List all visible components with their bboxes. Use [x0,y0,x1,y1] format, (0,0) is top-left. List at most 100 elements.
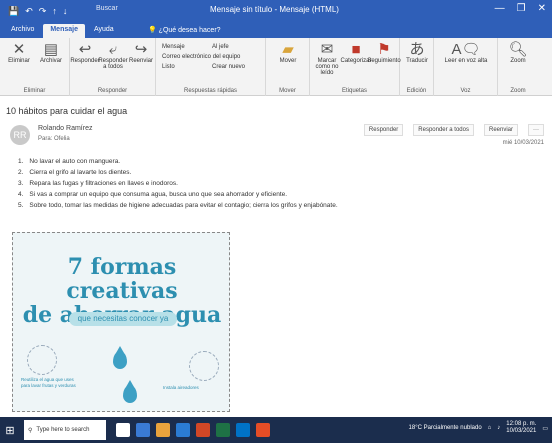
forward-icon: ↪ [134,41,148,58]
task-view-icon[interactable] [116,423,130,437]
flag-icon: ⚑ [377,41,391,58]
tell-me-label: ¿Qué desea hacer? [158,27,221,34]
list-item: 4. Si vas a comprar un equipo que consuma… [18,191,288,198]
word-icon[interactable] [176,423,190,437]
tab-help[interactable]: Ayuda [87,24,121,38]
group-label-respond: Responder [97,88,128,94]
volume-icon[interactable]: ♪ [497,425,500,431]
group-label-zoom: Zoom [510,88,526,94]
group-respond: ↩ Responder ⤶ Responder a todos ↪ Reenvi… [70,38,156,96]
network-icon[interactable]: ⌂ [488,425,492,431]
reply-action-button[interactable]: Responder [363,124,404,136]
recipient-line: Para: Ofelia [38,136,70,142]
reply-all-icon: ⤶ [108,41,118,58]
more-actions-button[interactable]: ··· [528,124,544,136]
tab-message[interactable]: Mensaje [43,24,85,38]
up-icon[interactable]: ↑ [52,6,57,16]
delete-button[interactable]: ✕ Eliminar [4,41,34,65]
reply-all-action-button[interactable]: Responder a todos [413,124,474,136]
translate-button[interactable]: あ Traducir [402,41,432,65]
group-label-speech: Voz [460,88,471,94]
group-label-tags: Etiquetas [341,88,368,94]
email-body: 1. No lavar el auto con manguera. 2. Cierr… [18,156,518,211]
group-speech: A🗨 Leer en voz alta Voz [434,38,498,96]
title-bar: 💾 ↶ ↷ ↑ ↓ Buscar Mensaje sin título - Me… [0,0,552,22]
inline-poster-image[interactable]: 7 formas creativas de ahorrar agua que n… [12,232,230,412]
reply-all-button[interactable]: ⤶ Responder a todos [98,41,128,71]
lightbulb-icon: 💡 [148,27,157,34]
down-icon[interactable]: ↓ [63,6,68,16]
forward-action-button[interactable]: Reenviar [483,124,518,136]
water-drop-icon [113,346,127,369]
tip-icon-circle [27,345,57,375]
quickstep-create[interactable]: Crear nuevo [212,64,245,70]
mark-unread-button[interactable]: ✉ Marcar como no leído [312,41,342,77]
categorize-button[interactable]: ■ Categorizar [341,41,372,65]
minimize-button[interactable]: — [495,3,505,14]
close-button[interactable]: ✕ [538,3,546,14]
file-explorer-icon[interactable] [156,423,170,437]
group-move: ▰ Mover Mover [266,38,310,96]
category-icon: ■ [351,41,361,58]
undo-icon[interactable]: ↶ [25,6,33,17]
list-item: 3. Repara las fugas y filtraciones en lla… [18,180,178,187]
poster-subtitle: que necesitas conocer ya [69,312,177,326]
group-editing: あ Traducir Edición [400,38,434,96]
delete-x-icon: ✕ [12,41,26,58]
group-tags: ✉ Marcar como no leído ■ Categorizar ⚑ S… [310,38,401,96]
tip-icon-circle [189,351,219,381]
window-title: Mensaje sin título - Mensaje (HTML) [210,5,339,14]
system-tray: 18°C Parcialmente nublado ⌂ ♪ 12:08 p. m… [409,421,548,435]
reply-button[interactable]: ↩ Responder [70,41,99,65]
group-delete: ✕ Eliminar ▤ Archivar Eliminar [0,38,70,96]
ribbon-tabs: Archivo Mensaje Ayuda 💡 ¿Qué desea hacer… [0,22,552,38]
reply-icon: ↩ [78,41,92,58]
search-icon: ⚲ [28,427,33,434]
taskbar-search-box[interactable]: ⚲ Type here to search [24,420,106,440]
list-item: 1. No lavar el auto con manguera. [18,158,121,165]
tell-me-search[interactable]: 💡 ¿Qué desea hacer? [148,26,221,34]
quickstep-message[interactable]: Mensaje [162,44,185,50]
quickstep-team-email[interactable]: Correo electrónico del equipo [162,54,240,60]
chrome-icon[interactable] [256,423,270,437]
group-label-editing: Edición [406,88,427,94]
group-label-move: Mover [279,88,296,94]
quick-access-toolbar: 💾 ↶ ↷ ↑ ↓ [0,6,67,17]
taskbar: ⊞ ⚲ Type here to search 18°C Parcialment… [0,417,552,443]
save-icon[interactable]: 💾 [8,6,19,17]
group-zoom: 🔍︎ Zoom Zoom [498,38,538,96]
read-aloud-button[interactable]: A🗨 Leer en voz alta [438,41,494,65]
group-label-quick-steps: Respuestas rápidas [183,88,238,94]
notifications-icon[interactable]: ▭ [542,425,548,432]
archive-button[interactable]: ▤ Archivar [36,41,66,65]
follow-up-button[interactable]: ⚑ Seguimiento [367,41,400,65]
weather-widget[interactable]: 18°C Parcialmente nublado [409,425,482,431]
pinned-apps [116,423,270,437]
list-item: 2. Cierra el grifo al lavarte los dientes… [18,169,132,176]
clock[interactable]: 12:08 p. m. 10/03/2021 [506,421,536,435]
move-button[interactable]: ▰ Mover [272,41,304,65]
edge-icon[interactable] [136,423,150,437]
ribbon: ✕ Eliminar ▤ Archivar Eliminar ↩ Respond… [0,38,552,96]
message-actions: Responder Responder a todos Reenviar ··· [363,124,544,136]
sender-name[interactable]: Rolando Ramírez [38,125,92,132]
windows-start-button[interactable]: ⊞ [0,417,20,443]
zoom-button[interactable]: 🔍︎ Zoom [502,42,534,65]
powerpoint-icon[interactable] [196,423,210,437]
excel-icon[interactable] [216,423,230,437]
maximize-button[interactable]: ❐ [517,3,526,14]
envelope-icon: ✉ [320,41,334,58]
quickstep-done[interactable]: Listo [162,64,175,70]
archive-icon: ▤ [43,41,59,58]
quickstep-manager[interactable]: Al jefe [212,44,229,50]
read-aloud-icon: A🗨 [451,41,481,58]
translate-icon: あ [409,41,425,58]
poster-tip: Reutiliza el agua que uses para lavar fr… [21,377,76,388]
outlook-icon[interactable] [236,423,250,437]
tab-file[interactable]: Archivo [4,24,41,38]
redo-icon[interactable]: ↷ [39,6,47,17]
forward-button[interactable]: ↪ Reenviar [128,41,154,65]
folder-icon: ▰ [282,41,294,58]
title-search[interactable]: Buscar [96,5,118,12]
taskbar-search-placeholder: Type here to search [36,427,90,433]
